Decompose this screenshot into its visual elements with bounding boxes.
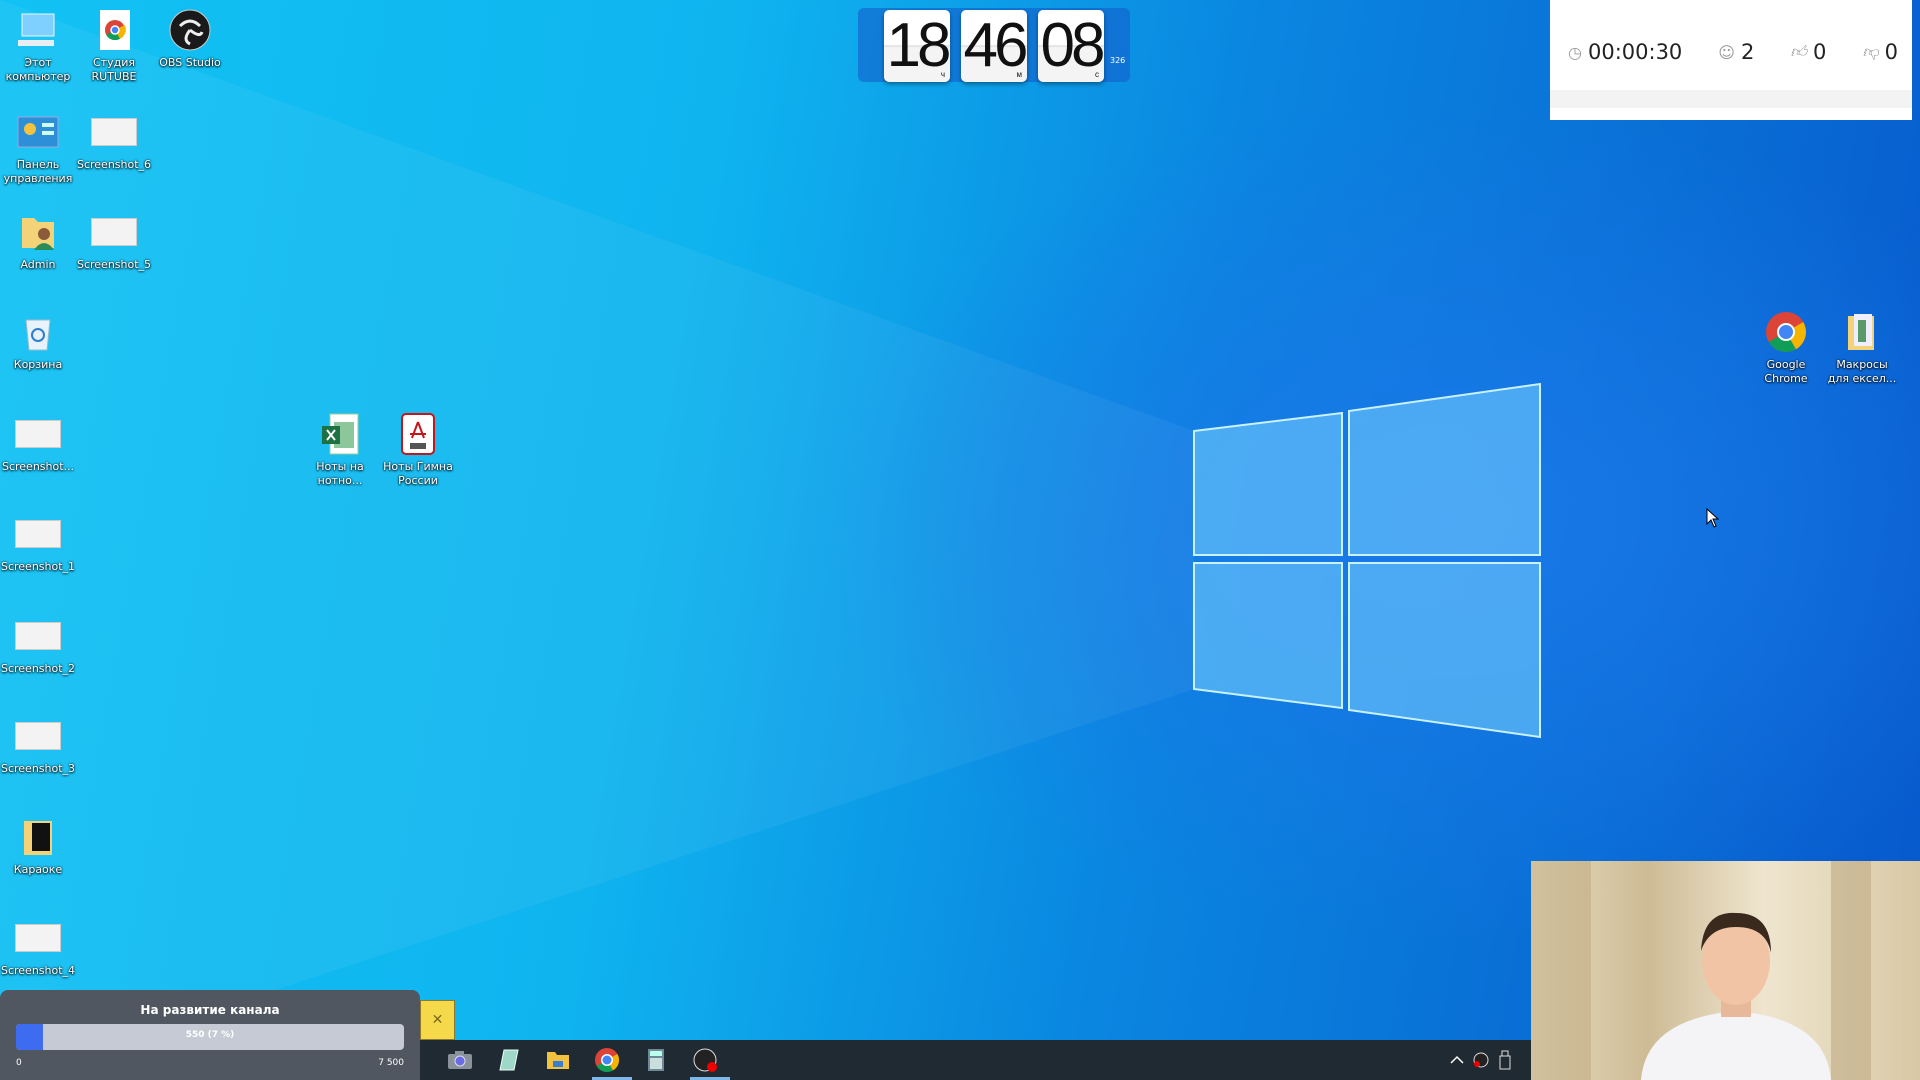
obs-icon[interactable] [690,1045,720,1075]
desktop-icon-label: OBS Studio [159,56,221,69]
clock-minutes: 46 м [961,10,1029,82]
desktop-icon[interactable]: Этот компьютер [0,8,76,84]
desktop-icon-label: Screenshot_4 [0,964,76,977]
desktop-icon[interactable]: Корзина [0,310,76,372]
image-thumbnail-icon [14,412,62,456]
desktop-icon-label: Ноты Гимна России [383,460,453,487]
desktop-icon-label: Корзина [13,358,63,371]
desktop-icon-label: Google Chrome [1764,358,1808,385]
image-thumbnail-icon [90,210,138,254]
thumbs-down-icon: 👎︎ [1862,42,1879,61]
desktop-icon[interactable]: Screenshot_5 [76,210,152,272]
control-panel-icon [14,110,62,154]
clock-hours: 18 ч [884,10,952,82]
like-count: 0 [1813,40,1827,64]
donation-progress-bar: 550 (7 %) [16,1024,404,1050]
desktop-icon[interactable]: Ноты на нотно... [302,412,378,488]
thumbs-up-icon: 👍︎ [1790,42,1808,61]
computer-icon [14,8,62,52]
recycle-bin-icon [14,310,62,354]
image-thumbnail-icon [14,714,62,758]
obs-icon [166,8,214,52]
image-thumbnail-icon [14,512,62,556]
desktop-icon[interactable]: Ноты Гимна России [380,412,456,488]
dislike-count: 0 [1884,40,1898,64]
donation-goal-widget: На развитие канала 550 (7 %) 0 7 500 [0,990,420,1080]
desktop-icon[interactable]: Screenshot_3 [0,714,76,776]
image-thumbnail-icon [14,614,62,658]
notepad-icon[interactable] [494,1045,524,1075]
stream-duration: 00:00:30 [1587,40,1683,64]
donation-min: 0 [16,1058,22,1068]
usb-icon[interactable] [1490,1045,1520,1075]
desktop-icon-label: Screenshot_5 [76,258,152,271]
folder-icon [14,815,62,859]
hours-unit: ч [940,70,945,79]
excel-file-icon [316,412,364,456]
clock-seconds: 08 с [1038,10,1106,82]
desktop-icon[interactable]: Студия RUTUBE [76,8,152,84]
image-thumbnail-icon [14,916,62,960]
chrome-icon[interactable] [592,1045,622,1075]
desktop-icon[interactable]: Screenshot_1 [0,512,76,574]
image-thumbnail-icon [90,110,138,154]
viewer-icon: ☺ [1718,42,1735,62]
stream-stats-panel: ◷ 00:00:30 ☺ 2 👍︎ 0 👎︎ 0 [1550,0,1912,120]
donation-title: На развитие канала [140,1003,280,1017]
desktop-icon[interactable]: Караоке [0,815,76,877]
stats-footer [1550,90,1912,108]
seconds-unit: с [1095,70,1099,79]
donation-max: 7 500 [378,1058,404,1068]
desktop-icon[interactable]: Панель управления [0,110,76,186]
flip-clock-widget: 18 ч 46 м 08 с 326 [858,8,1130,82]
desktop-icon[interactable]: Admin [0,210,76,272]
desktop-icon-label: Screenshot_3 [0,762,76,775]
desktop-icon-label: Макросы для ексел... [1827,358,1897,385]
sticky-note-close[interactable]: ✕ [420,1000,455,1040]
desktop-icon-label: Screenshot_1 [0,560,76,573]
clock-icon: ◷ [1568,42,1582,62]
desktop-icon-label: Панель управления [3,158,73,185]
hours: 18 [886,11,952,80]
desktop-icon[interactable]: Screenshot_2 [0,614,76,676]
camera-icon[interactable] [445,1045,475,1075]
webcam-person-image [1531,861,1871,1080]
user-folder-icon [14,210,62,254]
desktop-icon[interactable]: Макросы для ексел... [1824,310,1900,386]
desktop-icon[interactable]: Screenshot_6 [76,110,152,172]
desktop-icon-label: Screenshot_6 [76,158,152,171]
minutes: 46 [963,11,1029,80]
desktop-icon-label: Караоке [13,863,63,876]
desktop-icon-label: Admin [20,258,56,271]
seconds: 08 [1040,11,1106,80]
desktop-icon-label: Screenshot... [1,460,75,473]
desktop-icon[interactable]: Google Chrome [1748,310,1824,386]
desktop-icon[interactable]: Screenshot... [0,412,76,474]
desktop-icon-label: Ноты на нотно... [316,460,364,487]
folder-shortcut-icon [1838,310,1886,354]
desktop-icon-label: Этот компьютер [5,56,71,83]
chrome-shortcut-icon [90,8,138,52]
webcam-overlay [1531,861,1920,1080]
desktop-icon[interactable]: OBS Studio [152,8,228,70]
mouse-cursor-icon [1706,508,1720,528]
calculator-icon[interactable] [641,1045,671,1075]
desktop-icon[interactable]: Screenshot_4 [0,916,76,978]
donation-progress-label: 550 (7 %) [185,1030,235,1040]
pdf-file-icon [394,412,442,456]
desktop-icon-label: Screenshot_2 [0,662,76,675]
clock-extra: 326 [1110,56,1126,65]
minutes-unit: м [1016,70,1023,79]
viewer-count: 2 [1740,40,1755,64]
desktop-icon-label: Студия RUTUBE [91,56,137,83]
file-explorer-icon[interactable] [543,1045,573,1075]
chrome-icon [1762,310,1810,354]
